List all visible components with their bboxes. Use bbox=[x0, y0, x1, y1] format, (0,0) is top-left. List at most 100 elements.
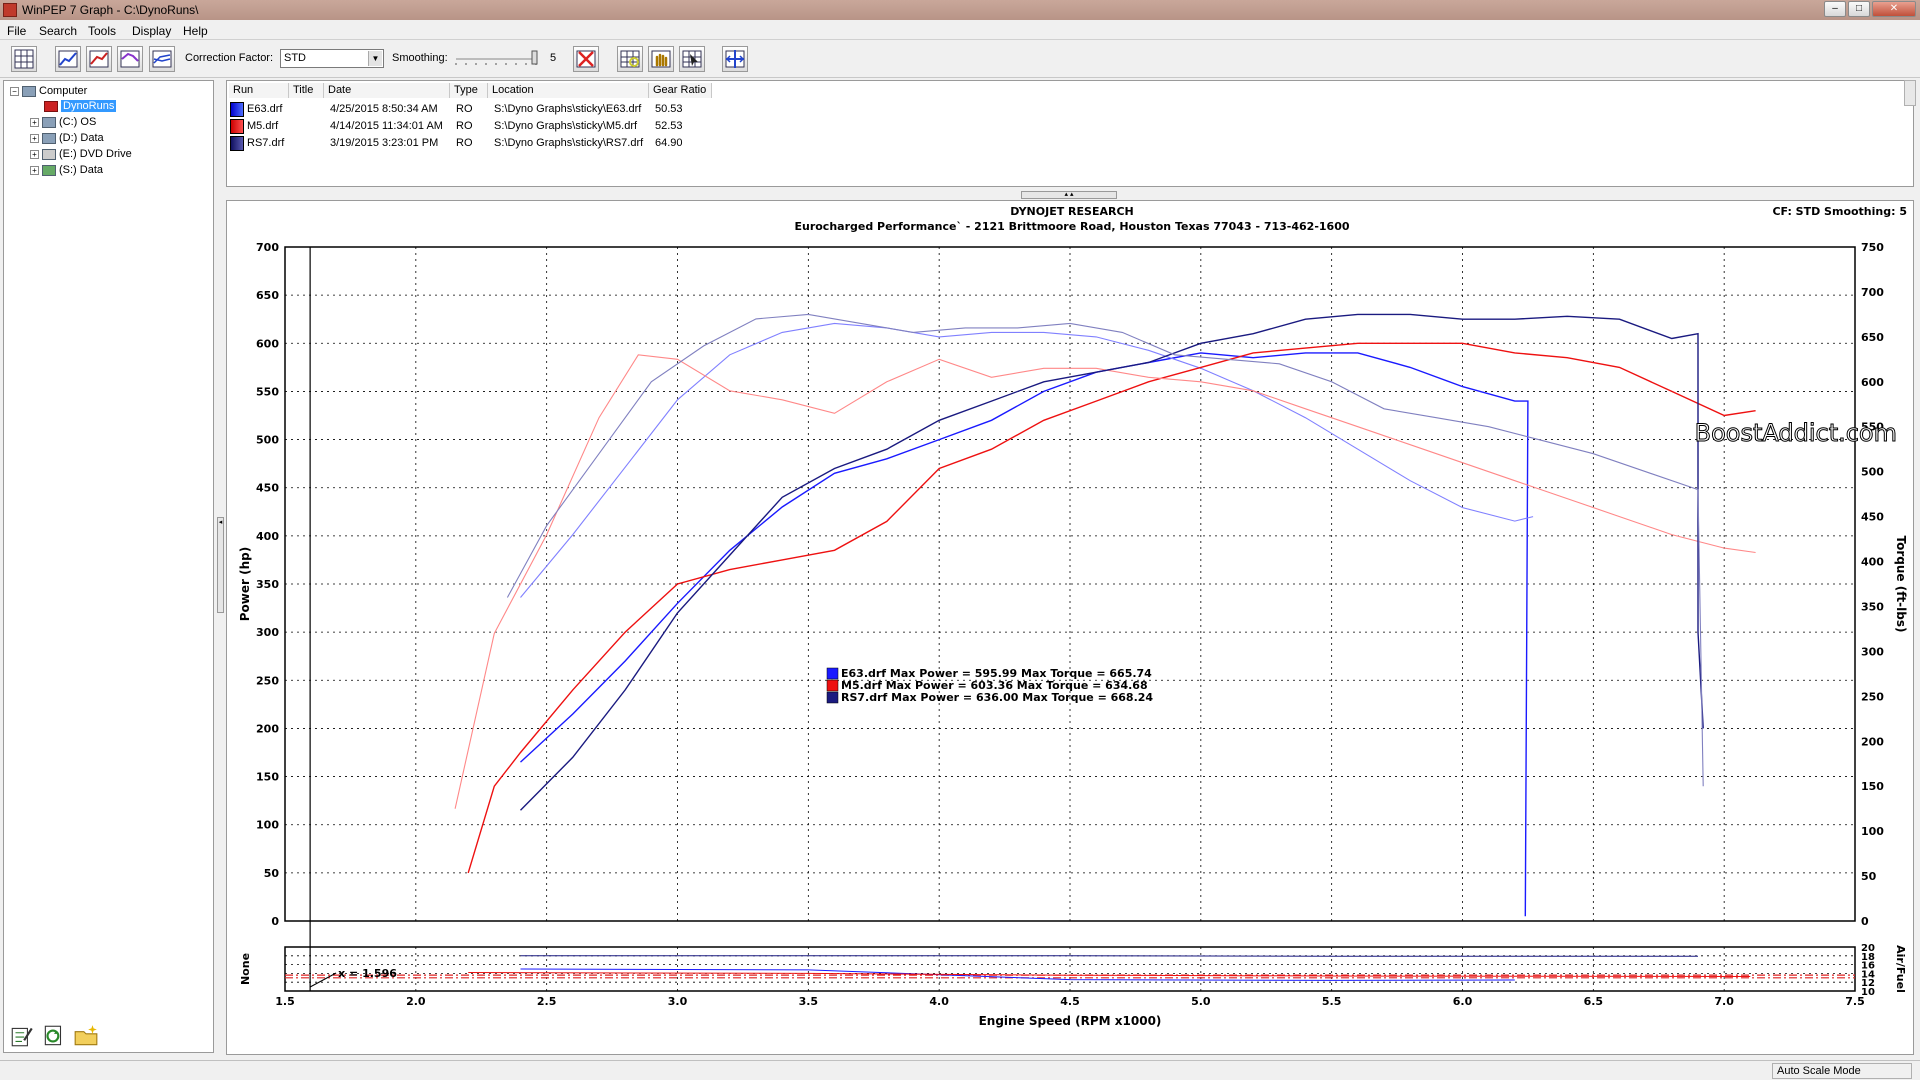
edit-run-icon[interactable] bbox=[9, 1023, 35, 1049]
cursor-select-icon[interactable] bbox=[679, 46, 705, 72]
folder-icon bbox=[44, 100, 58, 112]
menu-display[interactable]: Display bbox=[132, 24, 171, 38]
y-tick-label: 150 bbox=[256, 771, 279, 784]
graph-view-icon[interactable] bbox=[55, 46, 81, 72]
column-location[interactable]: Location bbox=[488, 83, 649, 98]
tree-label: (S:) Data bbox=[59, 164, 104, 176]
legend-swatch bbox=[826, 667, 839, 680]
runs-table-header: Run Title Date Type Location Gear Ratio bbox=[227, 83, 1913, 98]
menu-file[interactable]: File bbox=[7, 24, 26, 38]
sub-y-axis-label: None bbox=[239, 953, 252, 985]
table-row[interactable]: E63.drf 4/25/2015 8:50:34 AM RO S:\Dyno … bbox=[227, 101, 1913, 118]
computer-icon bbox=[22, 85, 36, 97]
minimize-button[interactable]: – bbox=[1824, 1, 1846, 17]
toolbar: Correction Factor: STD ▼ Smoothing: 5 bbox=[0, 40, 1920, 78]
zoom-icon[interactable] bbox=[617, 46, 643, 72]
graph-power-icon[interactable] bbox=[86, 46, 112, 72]
menu-tools[interactable]: Tools bbox=[88, 24, 116, 38]
expand-icon[interactable]: + bbox=[30, 133, 39, 143]
tree-computer[interactable]: − Computer bbox=[10, 85, 87, 97]
close-button[interactable]: ✕ bbox=[1872, 1, 1916, 17]
status-mode: Auto Scale Mode bbox=[1772, 1063, 1912, 1079]
x-tick-label: 2.5 bbox=[537, 995, 557, 1008]
column-run[interactable]: Run bbox=[229, 83, 289, 98]
run-date: 4/14/2015 11:34:01 AM bbox=[330, 120, 443, 132]
y2-tick-label: 400 bbox=[1861, 556, 1884, 569]
chart-header: DYNOJET RESEARCH bbox=[1010, 205, 1133, 218]
y-tick-label: 50 bbox=[264, 867, 280, 880]
legend-entry: RS7.drf Max Power = 636.00 Max Torque = … bbox=[841, 691, 1153, 704]
run-type: RO bbox=[456, 103, 473, 115]
tree-item-d-drive[interactable]: + (D:) Data bbox=[30, 132, 104, 144]
y-tick-label: 100 bbox=[256, 819, 279, 832]
scrollbar-up[interactable] bbox=[1904, 80, 1916, 106]
dyno-chart[interactable]: DYNOJET RESEARCH Eurocharged Performance… bbox=[227, 201, 1913, 1054]
menu-search[interactable]: Search bbox=[39, 24, 77, 38]
run-date: 3/19/2015 3:23:01 PM bbox=[330, 137, 439, 149]
column-gear-ratio[interactable]: Gear Ratio bbox=[649, 83, 712, 98]
expand-icon[interactable]: + bbox=[30, 165, 39, 175]
tree-label: (E:) DVD Drive bbox=[59, 148, 132, 160]
column-title[interactable]: Title bbox=[289, 83, 324, 98]
y2-tick-label: 200 bbox=[1861, 735, 1884, 748]
window-title: WinPEP 7 Graph - C:\DynoRuns\ bbox=[22, 3, 199, 17]
maximize-button[interactable]: □ bbox=[1848, 1, 1870, 17]
tree-label: Computer bbox=[39, 85, 88, 97]
y-tick-label: 0 bbox=[271, 915, 279, 928]
y2-tick-label: 0 bbox=[1861, 915, 1869, 928]
collapse-icon[interactable]: − bbox=[10, 86, 19, 96]
run-location: S:\Dyno Graphs\sticky\M5.drf bbox=[494, 120, 638, 132]
x-tick-label: 2.0 bbox=[406, 995, 426, 1008]
y-tick-label: 400 bbox=[256, 530, 279, 543]
crosshair-icon[interactable] bbox=[722, 46, 748, 72]
correction-label: Correction Factor: bbox=[185, 52, 274, 64]
x-tick-label: 1.5 bbox=[275, 995, 295, 1008]
y-tick-label: 300 bbox=[256, 626, 279, 639]
delete-run-icon[interactable] bbox=[573, 46, 599, 72]
correction-factor-select[interactable]: STD ▼ bbox=[280, 49, 384, 68]
y-tick-label: 450 bbox=[256, 482, 279, 495]
tree-item-e-drive[interactable]: + (E:) DVD Drive bbox=[30, 148, 132, 160]
smoothing-label: Smoothing: bbox=[392, 52, 448, 64]
chevron-down-icon[interactable]: ▼ bbox=[368, 51, 382, 66]
grid-view-icon[interactable] bbox=[11, 46, 37, 72]
tree-item-c-drive[interactable]: + (C:) OS bbox=[30, 116, 96, 128]
run-name: RS7.drf bbox=[247, 137, 285, 149]
watermark: BoostAddict.com bbox=[1695, 419, 1897, 447]
network-drive-icon bbox=[42, 164, 56, 176]
chart-subheader: Eurocharged Performance` - 2121 Brittmoo… bbox=[794, 220, 1349, 233]
legend-swatch bbox=[826, 679, 839, 692]
column-date[interactable]: Date bbox=[324, 83, 450, 98]
tree-label: DynoRuns bbox=[61, 100, 117, 112]
folder-tree[interactable]: − Computer DynoRuns + (C:) OS + (D:) Data +… bbox=[3, 80, 214, 1053]
column-type[interactable]: Type bbox=[450, 83, 488, 98]
y-tick-label: 600 bbox=[256, 337, 279, 350]
menu-help[interactable]: Help bbox=[183, 24, 208, 38]
new-folder-icon[interactable] bbox=[73, 1023, 99, 1049]
refresh-icon[interactable] bbox=[41, 1023, 67, 1049]
hand-pan-icon[interactable] bbox=[648, 46, 674, 72]
tree-item-dynoruns[interactable]: DynoRuns bbox=[44, 100, 117, 112]
dvd-icon bbox=[42, 148, 56, 160]
y2-tick-label: 50 bbox=[1861, 870, 1877, 883]
x-tick-label: 3.5 bbox=[799, 995, 819, 1008]
legend-swatch bbox=[826, 691, 839, 704]
run-gear-ratio: 64.90 bbox=[655, 137, 683, 149]
y-tick-label: 700 bbox=[256, 241, 279, 254]
table-row[interactable]: M5.drf 4/14/2015 11:34:01 AM RO S:\Dyno … bbox=[227, 118, 1913, 135]
smoothing-slider[interactable] bbox=[454, 50, 538, 68]
tree-item-s-drive[interactable]: + (S:) Data bbox=[30, 164, 103, 176]
graph-overlay-icon[interactable] bbox=[149, 46, 175, 72]
resize-handle[interactable]: ▴ ▴ bbox=[1021, 191, 1117, 199]
expand-icon[interactable]: + bbox=[30, 149, 39, 159]
collapse-panel-handle[interactable]: ◂ bbox=[217, 517, 224, 613]
run-type: RO bbox=[456, 137, 473, 149]
expand-icon[interactable]: + bbox=[30, 117, 39, 127]
graph-torque-icon[interactable] bbox=[117, 46, 143, 72]
drive-icon bbox=[42, 116, 56, 128]
table-row[interactable]: RS7.drf 3/19/2015 3:23:01 PM RO S:\Dyno … bbox=[227, 135, 1913, 152]
x-tick-label: 4.0 bbox=[929, 995, 949, 1008]
x-tick-label: 4.5 bbox=[1060, 995, 1080, 1008]
y2-tick-label: 350 bbox=[1861, 600, 1884, 613]
y2-tick-label: 750 bbox=[1861, 241, 1884, 254]
